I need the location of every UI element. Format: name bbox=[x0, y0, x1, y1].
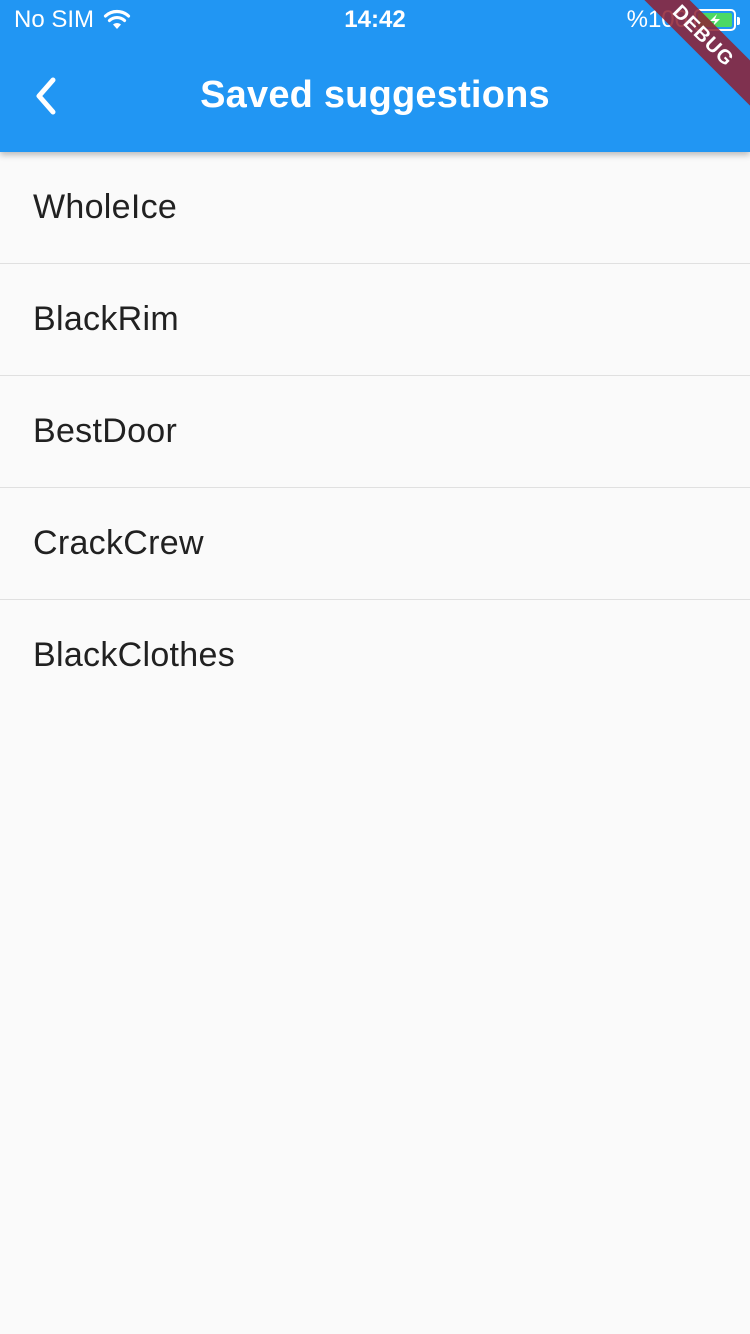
list-item-label: BlackRim bbox=[33, 300, 179, 338]
app-bar: No SIM 14:42 %100 Saved suggestions bbox=[0, 0, 750, 152]
list-item[interactable]: BestDoor bbox=[0, 376, 750, 488]
toolbar: Saved suggestions bbox=[0, 40, 750, 152]
saved-suggestions-list: WholeIce BlackRim BestDoor CrackCrew Bla… bbox=[0, 152, 750, 711]
list-item-label: CrackCrew bbox=[33, 524, 204, 562]
list-item-label: WholeIce bbox=[33, 188, 178, 226]
list-item[interactable]: CrackCrew bbox=[0, 488, 750, 600]
list-item-label: BestDoor bbox=[33, 412, 178, 450]
status-bar: No SIM 14:42 %100 bbox=[0, 0, 750, 40]
list-item[interactable]: WholeIce bbox=[0, 152, 750, 264]
page-title: Saved suggestions bbox=[200, 74, 550, 116]
list-item-label: BlackClothes bbox=[33, 636, 236, 674]
list-item[interactable]: BlackRim bbox=[0, 264, 750, 376]
list-item[interactable]: BlackClothes bbox=[0, 600, 750, 711]
screen: No SIM 14:42 %100 Saved suggestions DEBU… bbox=[0, 0, 750, 1334]
